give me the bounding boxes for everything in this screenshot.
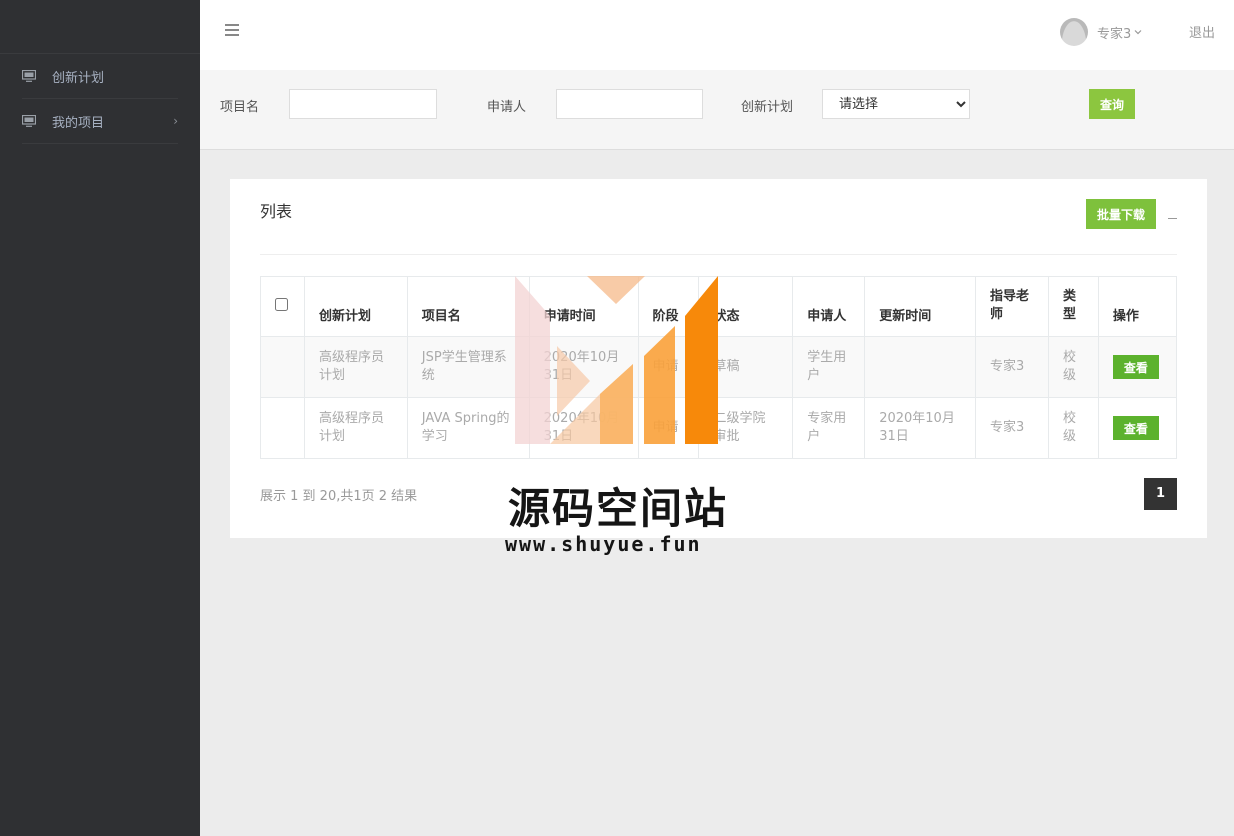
sidebar-item-label: 我的项目: [52, 115, 105, 131]
column-header[interactable]: 更新时间: [864, 276, 977, 337]
select-all-cell: [260, 276, 305, 337]
applicant-label: 申请人: [487, 100, 527, 115]
user-name: 专家3: [1097, 26, 1132, 42]
search-form: 项目名 申请人 创新计划 请选择 查询: [200, 70, 1234, 150]
user-menu[interactable]: 专家3: [1060, 18, 1142, 46]
plan-label: 创新计划: [741, 100, 794, 115]
cell-project-name: JAVA Spring的学习: [406, 397, 530, 459]
cell-teacher: 专家3: [975, 397, 1049, 459]
query-button[interactable]: 查询: [1089, 89, 1135, 119]
sidebar-item-my-projects[interactable]: 我的项目 ›: [22, 99, 178, 144]
batch-download-button[interactable]: 批量下载: [1086, 199, 1156, 229]
sidebar-item-label: 创新计划: [52, 70, 105, 86]
cell-action: 查看: [1097, 336, 1178, 398]
column-header[interactable]: 类型: [1047, 276, 1099, 337]
chevron-down-icon: [1134, 30, 1142, 35]
panel-divider: [260, 254, 1177, 255]
monitor-icon: [22, 70, 36, 82]
cell-type: 校级: [1047, 336, 1099, 398]
menu-toggle-icon[interactable]: [225, 24, 239, 38]
row-select-cell: [260, 397, 305, 459]
select-all-checkbox[interactable]: [275, 298, 288, 311]
column-header[interactable]: 操作: [1097, 276, 1178, 337]
applicant-input[interactable]: [556, 89, 703, 119]
sidebar-item-innovation-plan[interactable]: 创新计划: [22, 54, 178, 99]
cell-update-time: 2020年10月31日: [864, 397, 977, 459]
column-header[interactable]: 申请人: [792, 276, 866, 337]
cell-project-name: JSP学生管理系统: [406, 336, 530, 398]
watermark-url: www.shuyue.fun: [505, 532, 702, 556]
chevron-right-icon: ›: [173, 114, 178, 128]
row-select-cell: [260, 336, 305, 398]
logout-link[interactable]: 退出: [1189, 22, 1215, 41]
page-button[interactable]: 1: [1144, 478, 1177, 510]
cell-teacher: 专家3: [975, 336, 1049, 398]
cell-applicant: 学生用户: [792, 336, 866, 398]
sidebar-header: [0, 0, 200, 54]
sidebar: 创新计划 我的项目 ›: [0, 0, 200, 836]
collapse-icon[interactable]: [1168, 207, 1177, 219]
plan-select[interactable]: 请选择: [822, 89, 970, 119]
top-navbar: 专家3 退出: [200, 0, 1234, 70]
project-name-input[interactable]: [289, 89, 437, 119]
sidebar-nav: 创新计划 我的项目 ›: [0, 54, 200, 144]
cell-action: 查看: [1097, 397, 1178, 459]
cell-plan: 高级程序员计划: [303, 397, 408, 459]
column-header[interactable]: 指导老师: [975, 276, 1049, 337]
view-button[interactable]: 查看: [1112, 416, 1159, 440]
column-header[interactable]: 项目名: [406, 276, 530, 337]
panel-title: 列表: [260, 202, 293, 221]
cell-plan: 高级程序员计划: [303, 336, 408, 398]
cell-type: 校级: [1047, 397, 1099, 459]
column-header[interactable]: 创新计划: [303, 276, 408, 337]
project-name-label: 项目名: [220, 100, 260, 115]
watermark-logo: [515, 276, 718, 444]
pagination-info: 展示 1 到 20,共1页 2 结果: [260, 489, 418, 504]
monitor-icon: [22, 115, 36, 127]
cell-update-time: [864, 336, 977, 398]
watermark-title: 源码空间站: [508, 484, 729, 533]
view-button[interactable]: 查看: [1112, 355, 1159, 379]
avatar: [1060, 18, 1088, 46]
cell-applicant: 专家用户: [792, 397, 866, 459]
